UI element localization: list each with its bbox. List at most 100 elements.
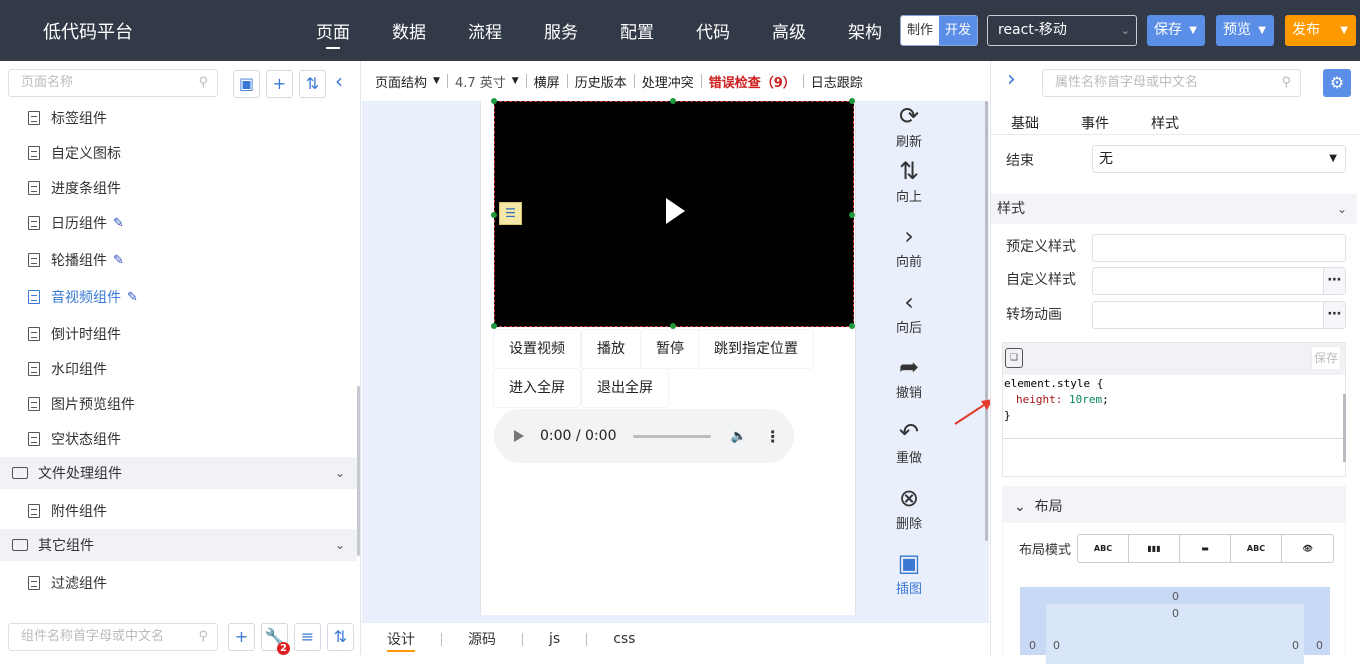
chevron-down-icon[interactable]: ⌄ — [335, 538, 345, 552]
conflict-button[interactable]: 处理冲突 — [642, 72, 694, 91]
play-icon[interactable] — [514, 430, 524, 442]
preview-button[interactable]: 预览 ▼ — [1216, 15, 1274, 46]
margin-left[interactable]: 0 — [1029, 639, 1036, 652]
play-button[interactable]: 播放 — [582, 330, 640, 368]
block-mode-icon[interactable]: ▬ — [1180, 535, 1232, 562]
nav-service[interactable]: 服务 — [544, 18, 578, 43]
margin-right[interactable]: 0 — [1316, 639, 1323, 652]
seek-button[interactable]: 跳到指定位置 — [699, 330, 813, 368]
tab-events[interactable]: 事件 — [1081, 113, 1109, 133]
chevron-down-icon[interactable]: ⌄ — [335, 466, 345, 480]
sort-icon[interactable]: ⇅ — [327, 623, 354, 651]
screen-size-select[interactable]: 4.7 英寸 — [455, 72, 506, 91]
audio-player[interactable]: 0:00 / 0:00 🔈 ⋮ — [494, 409, 794, 463]
more-vertical-icon[interactable]: ⋮ — [765, 427, 781, 446]
landscape-button[interactable]: 横屏 — [534, 72, 560, 91]
style-section-header[interactable]: 样式 ⌄ — [991, 194, 1357, 224]
nav-code[interactable]: 代码 — [696, 18, 730, 43]
resize-handle[interactable] — [491, 98, 497, 104]
list-item[interactable]: 图片预览组件 — [28, 394, 135, 414]
inline-mode-button[interactable]: ABC — [1078, 535, 1130, 562]
publish-button[interactable]: 发布 ▼ — [1285, 15, 1356, 46]
resize-handle[interactable] — [491, 212, 497, 218]
scrollbar[interactable] — [357, 386, 360, 556]
padding-right[interactable]: 0 — [1292, 639, 1299, 652]
list-item[interactable]: 标签组件 — [28, 108, 107, 128]
end-select[interactable]: 无 ▼ — [1092, 145, 1346, 173]
tab-js[interactable]: js — [549, 631, 560, 647]
resize-handle[interactable] — [491, 323, 497, 329]
flex-mode-icon[interactable]: ▮▮▮ — [1129, 535, 1181, 562]
padding-top[interactable]: 0 — [1172, 607, 1179, 620]
list-item[interactable]: 倒计时组件 — [28, 324, 121, 344]
expand-right-icon[interactable]: › — [1007, 67, 1016, 92]
add-component-button[interactable]: + — [228, 623, 255, 651]
nav-architecture[interactable]: 架构 — [848, 18, 882, 43]
eye-hide-icon[interactable]: 👁 — [1282, 535, 1333, 562]
caret-down-icon[interactable]: ▼ — [1189, 15, 1197, 46]
error-check-button[interactable]: 错误检查（9） — [709, 72, 796, 91]
undo-tool[interactable]: ➦ 撤销 — [888, 352, 930, 401]
copy-icon[interactable]: ❏ — [1005, 348, 1023, 368]
collapse-left-icon[interactable]: ‹ — [335, 69, 343, 93]
code-content[interactable]: element.style { height: 10rem; } — [1003, 376, 1109, 424]
move-up-tool[interactable]: ⇅ 向上 — [888, 156, 930, 205]
list-item[interactable]: 日历组件 ✎ — [28, 213, 124, 233]
margin-top[interactable]: 0 — [1172, 590, 1179, 603]
chevron-down-icon[interactable]: ⌄ — [1337, 194, 1347, 224]
resize-handle[interactable] — [849, 323, 855, 329]
resize-handle[interactable] — [849, 212, 855, 218]
list-item[interactable]: 过滤组件 — [28, 573, 107, 593]
property-search-input[interactable]: 属性名称首字母或中文名 ⚲ — [1042, 69, 1301, 97]
sort-button[interactable]: ⇅ — [299, 70, 326, 98]
component-search-input[interactable]: 组件名称首字母或中文名 ⚲ — [8, 623, 218, 651]
forward-tool[interactable]: › 向前 — [888, 221, 930, 270]
pencil-icon[interactable]: ✎ — [113, 253, 124, 268]
padding-left[interactable]: 0 — [1053, 639, 1060, 652]
layout-header[interactable]: ⌄ 布局 — [1014, 496, 1063, 516]
tab-style[interactable]: 样式 — [1151, 113, 1179, 133]
caret-down-icon[interactable]: ▼ — [433, 76, 440, 86]
list-item[interactable]: 附件组件 — [28, 501, 107, 521]
mode-dev-button[interactable]: 开发 — [939, 16, 977, 45]
mode-make-button[interactable]: 制作 — [901, 16, 939, 45]
audio-progress[interactable] — [632, 434, 711, 438]
gear-icon[interactable]: ⚙ — [1323, 69, 1351, 97]
transition-input[interactable]: ⋯ — [1092, 301, 1346, 329]
history-button[interactable]: 历史版本 — [575, 72, 627, 91]
predefined-style-input[interactable] — [1092, 234, 1346, 262]
more-icon[interactable]: ⋯ — [1323, 268, 1345, 294]
save-button[interactable]: 保存 ▼ — [1147, 15, 1205, 46]
list-item[interactable]: 进度条组件 — [28, 178, 121, 198]
nav-config[interactable]: 配置 — [620, 18, 654, 43]
list-item[interactable]: 轮播组件 ✎ — [28, 250, 124, 270]
tab-basic[interactable]: 基础 — [1011, 113, 1039, 133]
page-search-input[interactable]: 页面名称 ⚲ — [8, 69, 218, 97]
nav-flow[interactable]: 流程 — [468, 18, 502, 43]
refresh-tool[interactable]: ⟳ 刷新 — [888, 101, 930, 150]
scrollbar[interactable] — [1343, 394, 1346, 462]
more-icon[interactable]: ⋯ — [1323, 302, 1345, 328]
log-trace-button[interactable]: 日志跟踪 — [811, 72, 863, 91]
scrollbar[interactable] — [985, 101, 988, 541]
add-button[interactable]: + — [266, 70, 293, 98]
caret-down-icon[interactable]: ▼ — [1340, 15, 1348, 46]
component-list-icon[interactable]: ☰ — [499, 202, 522, 225]
nav-advanced[interactable]: 高级 — [772, 18, 806, 43]
set-video-button[interactable]: 设置视频 — [494, 330, 580, 368]
nav-data[interactable]: 数据 — [392, 18, 426, 43]
caret-down-icon[interactable]: ▼ — [512, 76, 519, 86]
pencil-icon[interactable]: ✎ — [127, 290, 138, 305]
framework-select[interactable]: react-移动 ⌄ — [987, 15, 1137, 46]
tab-design[interactable]: 设计 — [387, 629, 415, 652]
group-other[interactable]: 其它组件 ⌄ — [0, 529, 357, 561]
redo-tool[interactable]: ↶ 重做 — [888, 417, 930, 466]
add-folder-button[interactable]: ▣ — [233, 70, 260, 98]
caret-down-icon[interactable]: ▼ — [1258, 15, 1266, 46]
group-file[interactable]: 文件处理组件 ⌄ — [0, 457, 357, 489]
editor-save-button[interactable]: 保存 — [1311, 346, 1341, 370]
list-item[interactable]: 空状态组件 — [28, 429, 121, 449]
nav-page[interactable]: 页面 — [316, 18, 350, 49]
list-item-active[interactable]: 音视频组件 ✎ — [28, 287, 138, 307]
list-item[interactable]: 水印组件 — [28, 359, 107, 379]
